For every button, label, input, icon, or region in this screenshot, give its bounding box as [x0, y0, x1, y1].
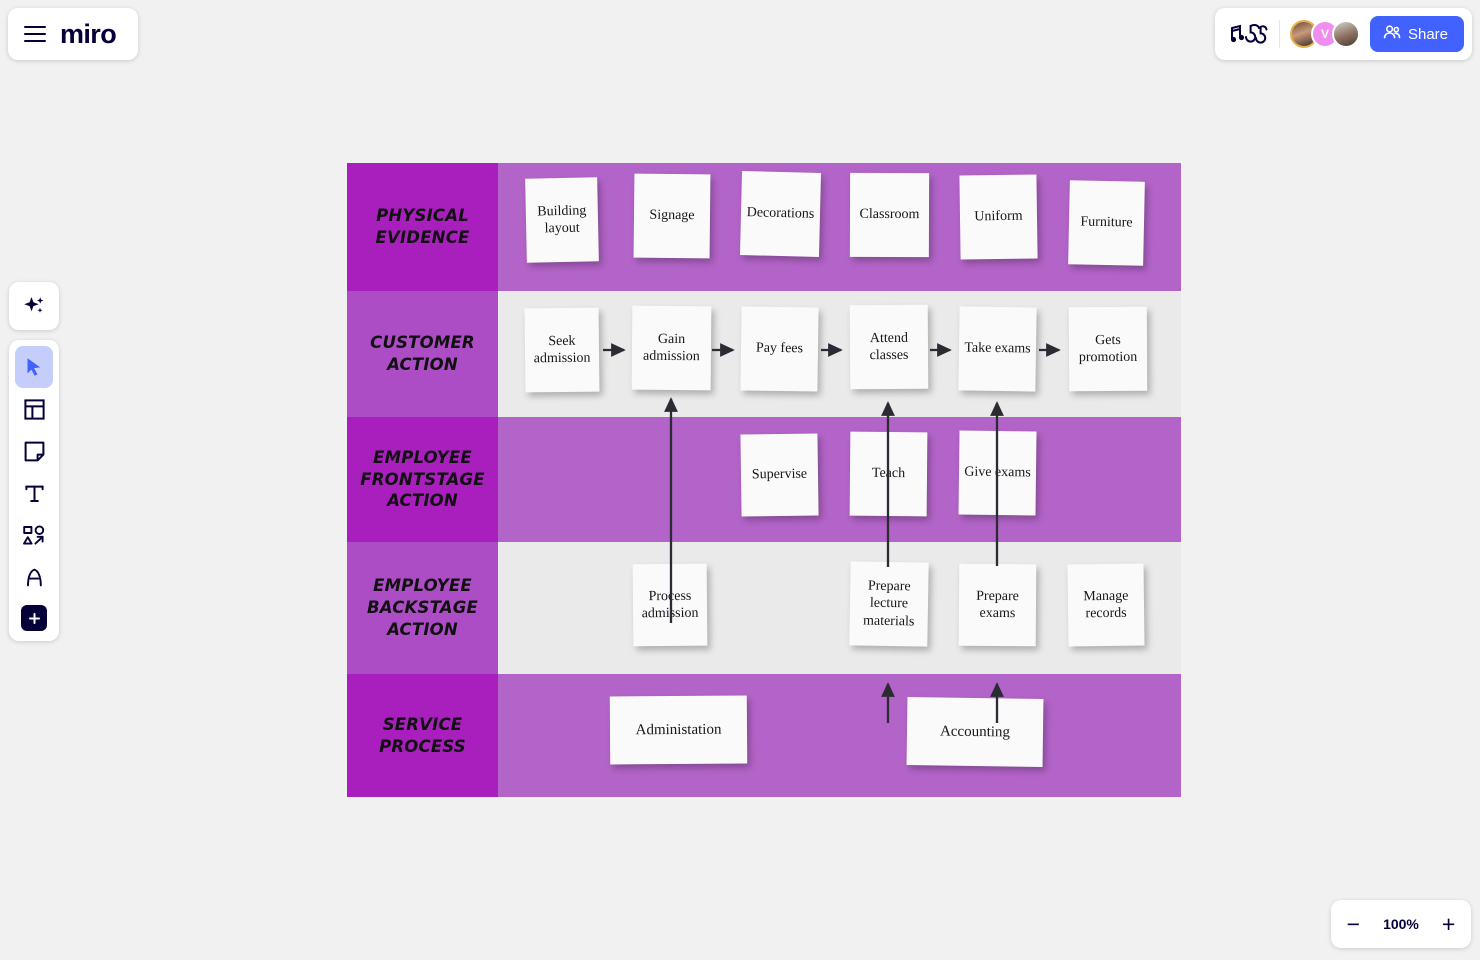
people-icon [1383, 24, 1401, 44]
row-label-line: Evidence [375, 228, 470, 247]
sticky-note[interactable]: Administation [609, 695, 748, 765]
row-service-process: Service Process Administation Accounting [347, 674, 1181, 797]
share-label: Share [1407, 25, 1448, 43]
row-label-line: Process [379, 736, 466, 756]
sticky-note[interactable]: Prepare exams [958, 563, 1037, 647]
row-label-employee-frontstage-action: Employee Frontstage Action [347, 417, 498, 542]
sidebar-item-more-apps[interactable] [21, 605, 47, 631]
sticky-note[interactable]: Furniture [1068, 180, 1145, 266]
sparkle-icon[interactable] [15, 288, 53, 324]
lane-customer-action: Seek admission Gain admission Pay fees A… [498, 291, 1181, 417]
lane-employee-backstage-action: Process admission Prepare lecture materi… [498, 542, 1181, 674]
row-customer-action: Customer Action Seek admission Gain admi… [347, 291, 1181, 417]
sticky-note[interactable]: Teach [849, 431, 928, 517]
row-label-line: Customer [370, 333, 475, 353]
sidebar-item-pen-tool[interactable] [15, 556, 53, 598]
sticky-note[interactable]: Prepare lecture materials [849, 561, 929, 647]
avatar[interactable] [1331, 20, 1360, 48]
sticky-note[interactable]: Process admission [632, 563, 708, 647]
sidebar-item-frame-tool[interactable] [15, 388, 53, 430]
row-label-line: Action [387, 619, 458, 639]
avatar-initial: V [1320, 27, 1329, 41]
sticky-note[interactable]: Seek admission [524, 307, 600, 393]
sticky-note[interactable]: Take exams [958, 306, 1037, 392]
hamburger-icon[interactable] [24, 25, 46, 43]
sticky-note[interactable]: Pay fees [740, 306, 819, 392]
sticky-note[interactable]: Building layout [525, 177, 599, 263]
sidebar-item-select-tool[interactable] [15, 346, 53, 388]
sidebar-item-text-tool[interactable] [15, 472, 53, 514]
row-label-line: Backstage [367, 598, 478, 618]
row-label-line: Action [387, 355, 458, 374]
service-blueprint-frame[interactable]: Physical Evidence Building layout Signag… [347, 163, 1181, 797]
miro-logo[interactable]: miro [60, 20, 117, 48]
main-toolbar [9, 340, 59, 641]
row-label-customer-action: Customer Action [347, 291, 498, 417]
row-label-line: Physical [376, 206, 469, 226]
zoom-control: − 100% + [1331, 900, 1471, 948]
row-label-employee-backstage-action: Employee Backstage Action [347, 542, 498, 674]
sticky-note[interactable]: Supervise [740, 433, 819, 517]
row-label-service-process: Service Process [347, 674, 498, 797]
row-employee-backstage-action: Employee Backstage Action Process admiss… [347, 542, 1181, 674]
row-label-line: Employee [373, 576, 472, 596]
row-label-line: Service [382, 714, 463, 734]
sticky-note[interactable]: Give exams [958, 430, 1037, 516]
sticky-note[interactable]: Classroom [849, 172, 930, 258]
zoom-level-value: 100% [1383, 916, 1419, 932]
row-physical-evidence: Physical Evidence Building layout Signag… [347, 163, 1181, 291]
zoom-in-button[interactable]: + [1434, 909, 1464, 939]
sticky-note[interactable]: Gain admission [631, 305, 712, 391]
music-notes-icon[interactable] [1229, 21, 1269, 47]
row-label-line: Action [387, 491, 458, 511]
sticky-note[interactable]: Gets promotion [1068, 306, 1148, 392]
logo-panel: miro [8, 8, 138, 60]
sidebar-item-sticky-note-tool[interactable] [15, 430, 53, 472]
lane-employee-frontstage-action: Supervise Teach Give exams [498, 417, 1181, 542]
zoom-out-button[interactable]: − [1338, 909, 1368, 939]
sidebar-item-shapes-tool[interactable] [15, 514, 53, 556]
top-right-panel: V Share [1214, 8, 1472, 60]
toolbar-divider [1278, 20, 1280, 48]
sticky-note[interactable]: Attend classes [849, 304, 929, 390]
row-label-physical-evidence: Physical Evidence [347, 163, 498, 291]
ai-tool-group [9, 282, 59, 330]
sticky-note[interactable]: Accounting [906, 697, 1044, 767]
row-label-line: Employee [373, 447, 472, 467]
sticky-note[interactable]: Signage [633, 173, 711, 259]
share-button[interactable]: Share [1369, 16, 1464, 52]
sticky-note[interactable]: Manage records [1067, 563, 1145, 647]
lane-physical-evidence: Building layout Signage Decorations Clas… [498, 163, 1181, 291]
miro-canvas[interactable]: miro V Share − 100% + PHYSICAL EVIDENCE … [0, 0, 1480, 960]
sticky-note[interactable]: Uniform [959, 174, 1038, 260]
sticky-note[interactable]: Decorations [739, 171, 822, 257]
lane-service-process: Administation Accounting [498, 674, 1181, 797]
collaborator-avatars: V [1289, 20, 1360, 48]
row-employee-frontstage-action: Employee Frontstage Action Supervise Tea… [347, 417, 1181, 542]
row-label-line: Frontstage [360, 469, 485, 489]
